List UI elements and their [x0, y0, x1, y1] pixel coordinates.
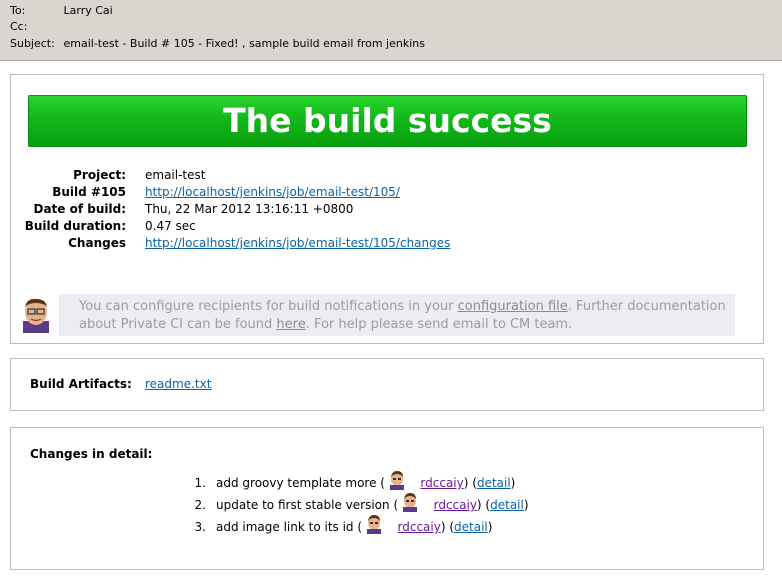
list-item: 1. add groovy template more ( rdccaiy) (d… — [176, 470, 529, 492]
user-link[interactable]: rdccaiy — [398, 520, 441, 534]
email-header: To: Larry Cai Cc: Subject: email-test - … — [0, 0, 782, 61]
notice-text-3: . For help please send email to CM team. — [305, 317, 573, 332]
paren-text: ) ( — [440, 520, 455, 534]
artifact-file-link[interactable]: readme.txt — [145, 377, 211, 391]
changes-in-detail-label: Changes in detail: — [30, 447, 153, 461]
user-link[interactable]: rdccaiy — [434, 498, 477, 512]
item-number: 3. — [194, 520, 206, 534]
notice-box: You can configure recipients for build n… — [17, 294, 735, 336]
item-number: 1. — [194, 476, 206, 490]
build-artifacts-panel: Build Artifacts: readme.txt — [10, 358, 764, 411]
cc-label: Cc: — [10, 20, 28, 33]
avatar-icon — [19, 297, 53, 333]
build-url-link[interactable]: http://localhost/jenkins/job/email-test/… — [145, 184, 400, 201]
detail-link[interactable]: detail — [477, 476, 511, 490]
detail-link[interactable]: detail — [490, 498, 524, 512]
project-value: email-test — [145, 168, 206, 182]
configuration-file-link[interactable]: configuration file — [458, 299, 568, 314]
subject-label: Subject: — [10, 37, 55, 50]
change-text: add groovy template more ( — [216, 476, 385, 490]
documentation-here-link[interactable]: here — [276, 317, 305, 332]
cc-row: Cc: — [10, 19, 60, 35]
build-artifacts-label: Build Artifacts: — [30, 377, 132, 391]
changes-list: 1. add groovy template more ( rdccaiy) (d… — [176, 470, 529, 536]
detail-link[interactable]: detail — [454, 520, 488, 534]
paren-end: ) — [510, 476, 516, 490]
changes-label: Changes — [68, 236, 126, 250]
user-avatar-icon — [400, 492, 420, 512]
to-row: To: Larry Cai — [10, 3, 113, 19]
date-value: Thu, 22 Mar 2012 13:16:11 +0800 — [145, 202, 354, 216]
subject-value: email-test - Build # 105 - Fixed! , samp… — [63, 37, 425, 50]
paren-text: ) ( — [463, 476, 477, 490]
build-summary-panel: The build success Project: email-test Bu… — [10, 74, 764, 344]
duration-value: 0.47 sec — [145, 219, 196, 233]
build-number-label: Build #105 — [52, 185, 126, 199]
list-item: 2. update to first stable version ( rdcca… — [176, 492, 529, 514]
build-status-banner: The build success — [28, 95, 747, 147]
change-text: add image link to its id ( — [216, 520, 363, 534]
to-value[interactable]: Larry Cai — [64, 4, 113, 17]
paren-end: ) — [487, 520, 493, 534]
project-label: Project: — [73, 168, 126, 182]
list-item: 3. add image link to its id ( rdccaiy) (d… — [176, 514, 529, 536]
subject-row: Subject: email-test - Build # 105 - Fixe… — [10, 36, 425, 52]
item-number: 2. — [194, 498, 206, 512]
user-link[interactable]: rdccaiy — [420, 476, 463, 490]
notice-text-1: You can configure recipients for build n… — [79, 299, 458, 314]
paren-text: ) ( — [476, 498, 491, 512]
user-avatar-icon — [387, 470, 407, 490]
to-label: To: — [10, 4, 26, 17]
duration-label: Build duration: — [24, 219, 126, 233]
changes-panel: Changes in detail: 1. add groovy template… — [10, 427, 764, 570]
user-avatar-icon — [364, 514, 384, 534]
changes-url-link[interactable]: http://localhost/jenkins/job/email-test/… — [145, 235, 450, 252]
change-text: update to first stable version ( — [216, 498, 399, 512]
date-label: Date of build: — [33, 202, 126, 216]
notice-text: You can configure recipients for build n… — [79, 298, 729, 334]
paren-end: ) — [523, 498, 529, 512]
